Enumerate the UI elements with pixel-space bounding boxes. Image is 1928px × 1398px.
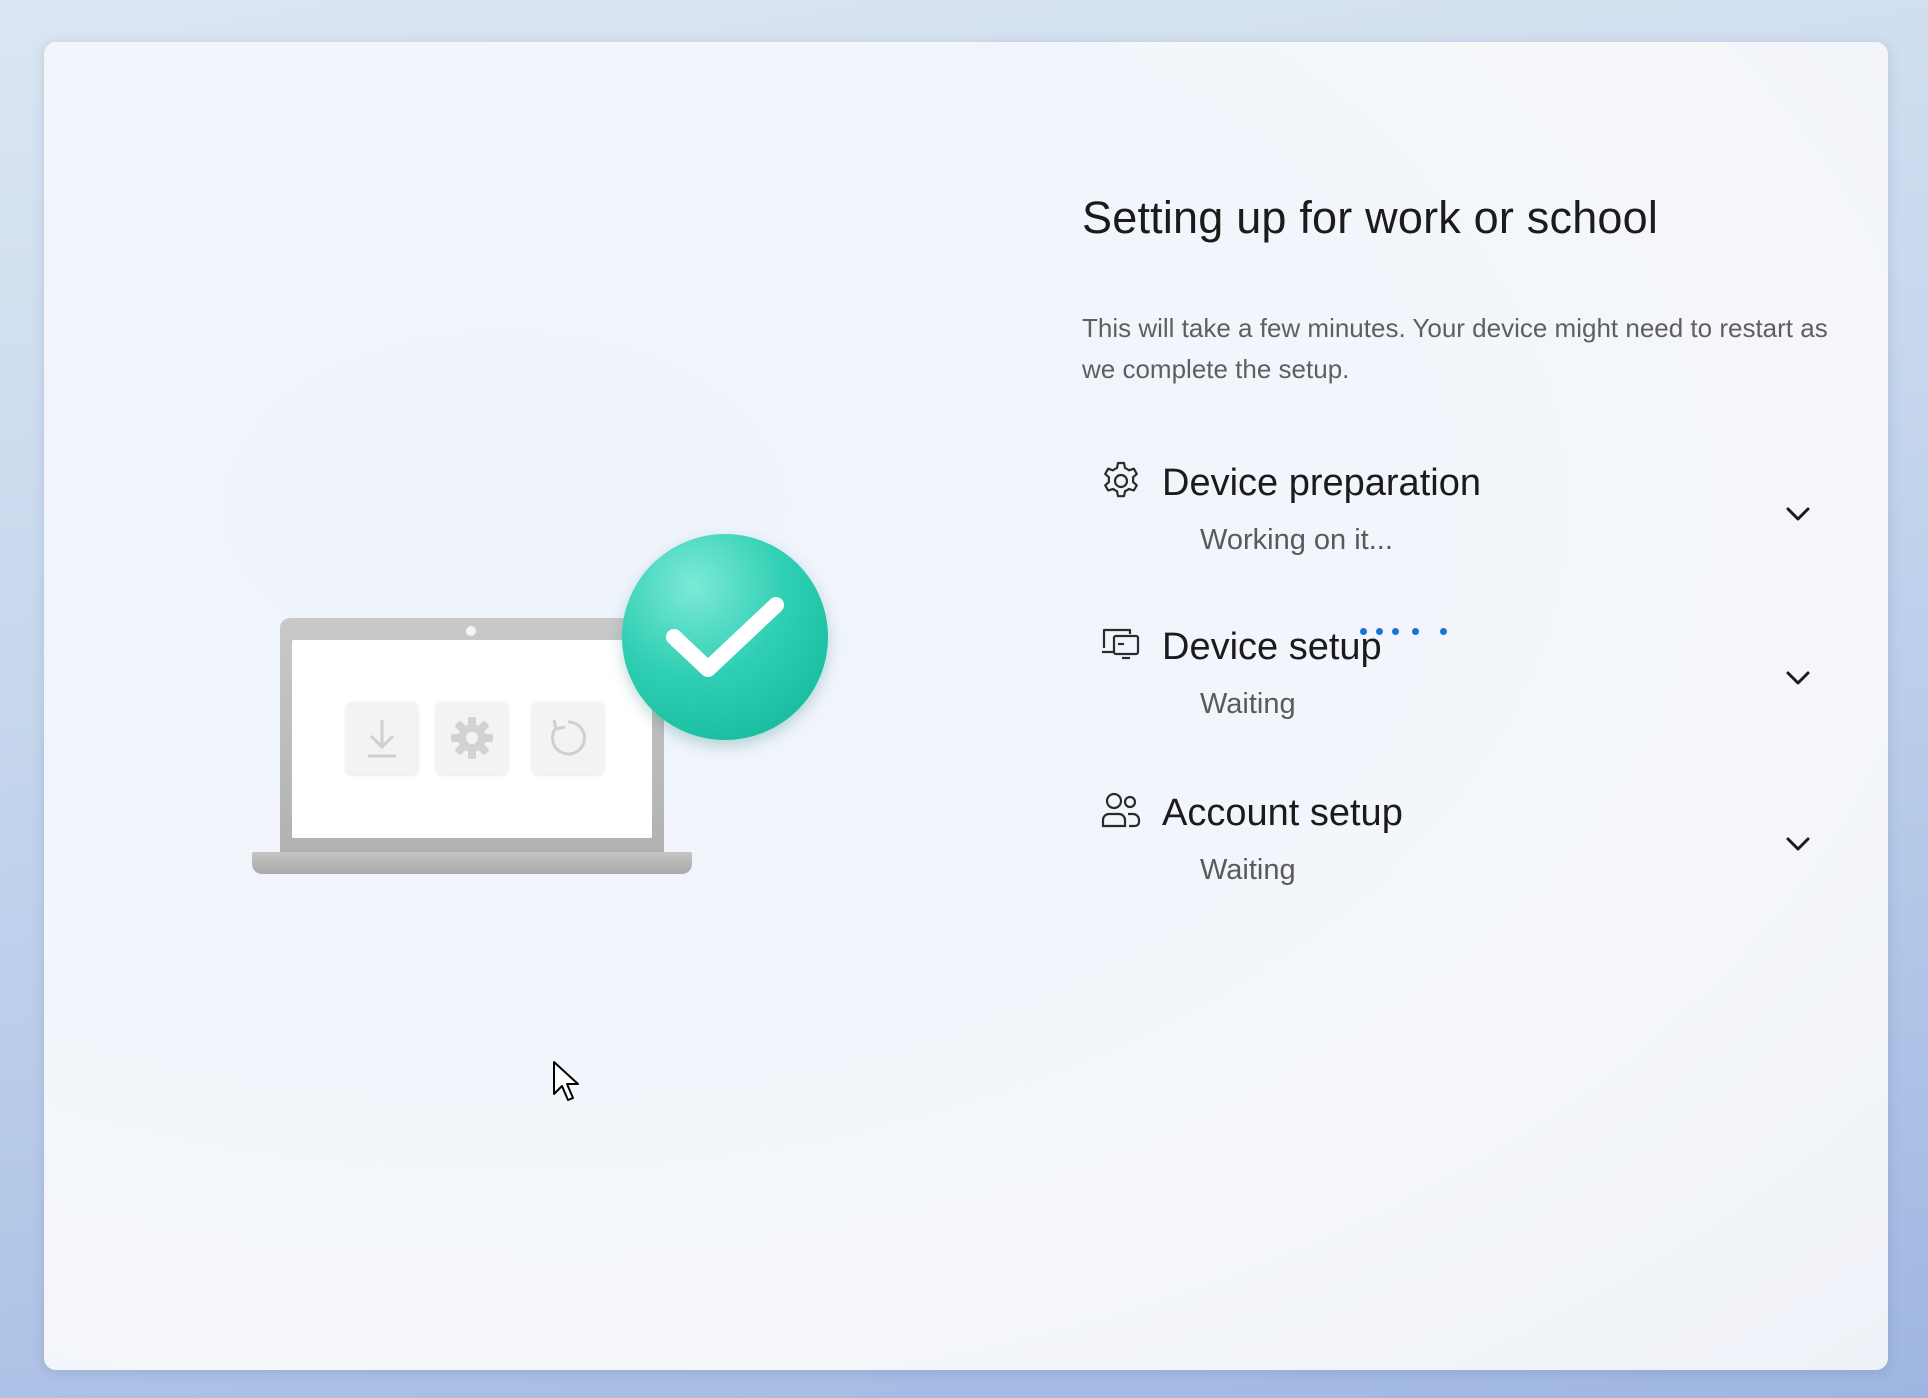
step-title: Device setup bbox=[1162, 626, 1382, 668]
step-status: Waiting bbox=[1200, 854, 1296, 886]
chevron-down-icon[interactable] bbox=[1780, 660, 1816, 696]
people-icon bbox=[1100, 790, 1142, 832]
gear-icon bbox=[1100, 460, 1142, 502]
setup-window: Setting up for work or school This will … bbox=[44, 42, 1888, 1370]
checkmark-icon bbox=[622, 534, 828, 740]
chevron-down-icon[interactable] bbox=[1780, 496, 1816, 532]
gear-icon bbox=[436, 702, 508, 774]
step-device-setup[interactable]: Device setup Waiting bbox=[1100, 624, 1840, 744]
step-title: Device preparation bbox=[1162, 462, 1481, 504]
step-title: Account setup bbox=[1162, 792, 1403, 834]
download-icon bbox=[346, 702, 418, 774]
step-status: Waiting bbox=[1200, 688, 1296, 720]
chevron-down-icon[interactable] bbox=[1780, 826, 1816, 862]
laptop-illustration bbox=[252, 490, 840, 890]
laptop-screen bbox=[292, 640, 652, 838]
mouse-pointer-icon bbox=[552, 1060, 582, 1104]
laptop-lid bbox=[280, 618, 664, 860]
page-title: Setting up for work or school bbox=[1082, 192, 1659, 243]
step-device-preparation[interactable]: Device preparation Working on it... bbox=[1100, 460, 1840, 580]
step-account-setup[interactable]: Account setup Waiting bbox=[1100, 790, 1840, 910]
page-subtitle: This will take a few minutes. Your devic… bbox=[1082, 313, 1828, 384]
laptop-base bbox=[252, 852, 692, 874]
devices-icon bbox=[1100, 624, 1142, 666]
restart-icon bbox=[532, 702, 604, 774]
step-status: Working on it... bbox=[1200, 524, 1393, 556]
laptop-camera bbox=[466, 626, 476, 636]
